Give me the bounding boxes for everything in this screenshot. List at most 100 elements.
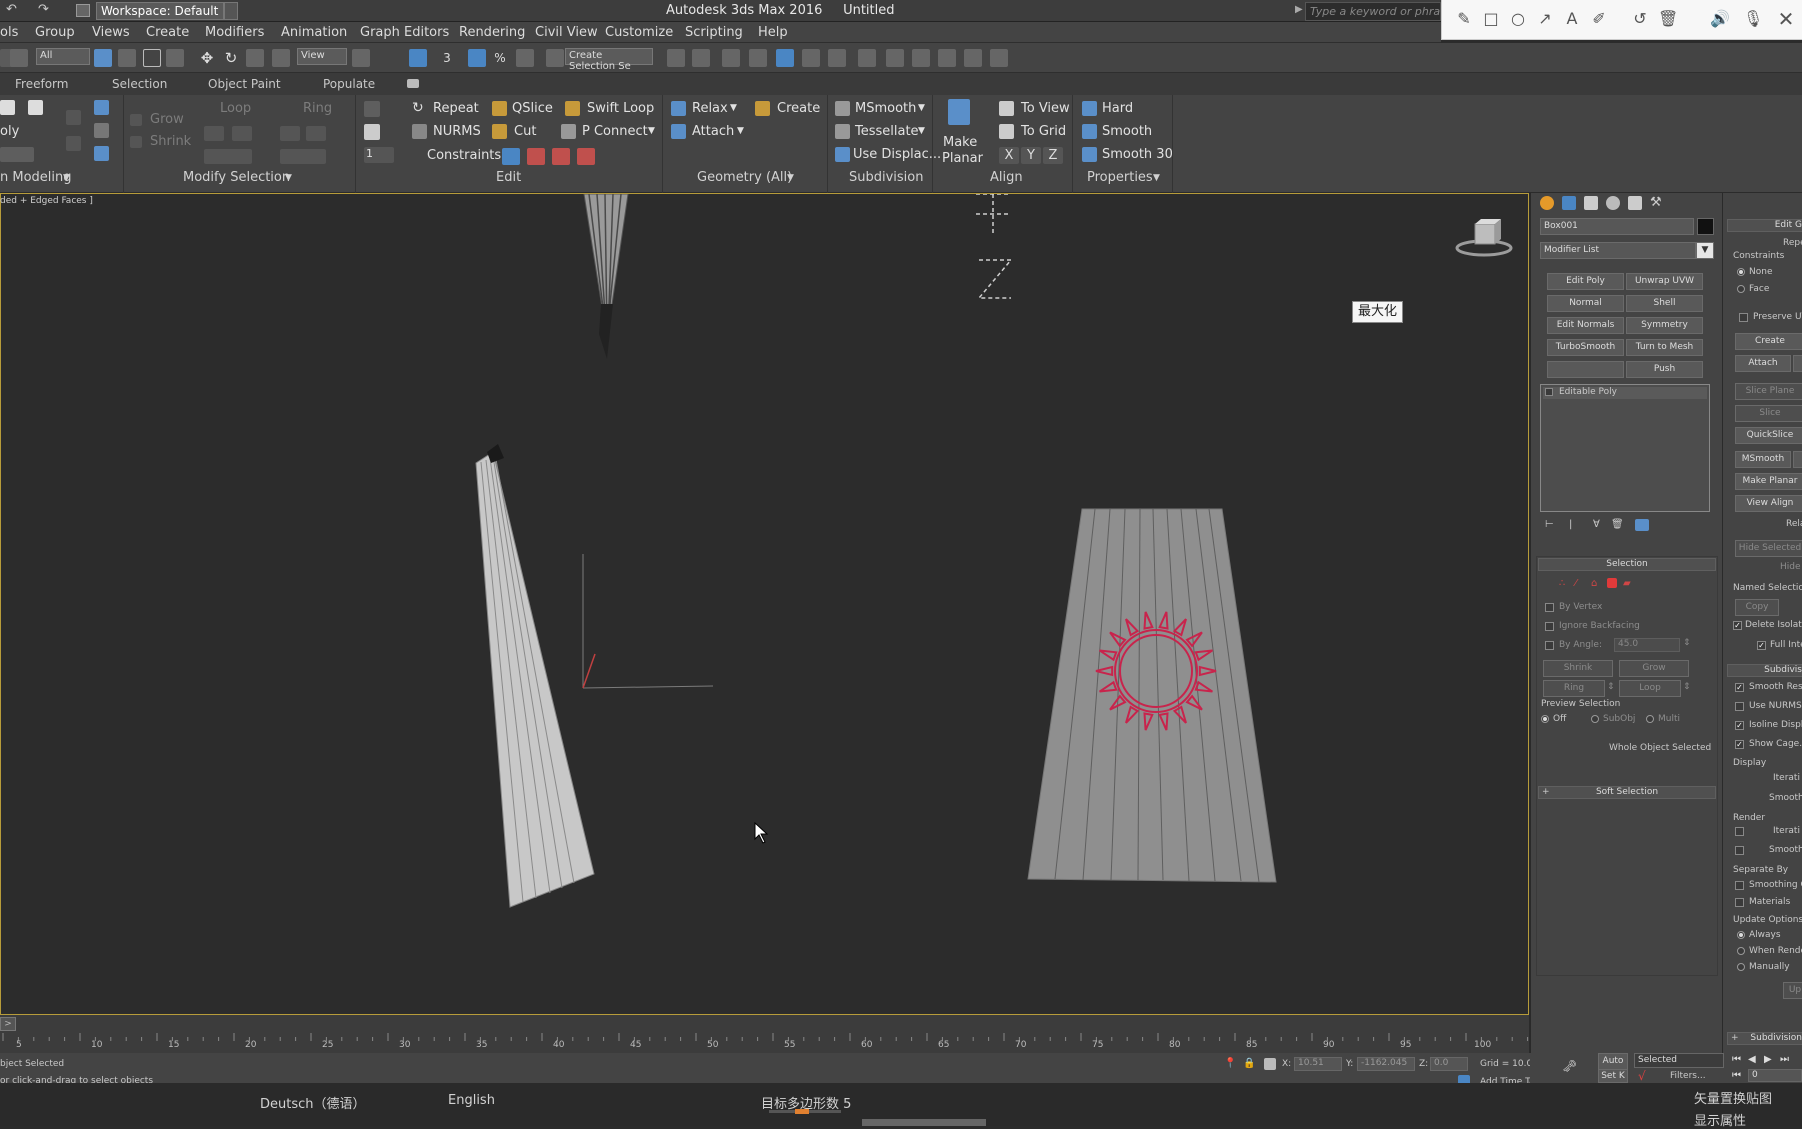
move-icon[interactable]: ✥ — [198, 49, 216, 67]
window-crossing-icon[interactable] — [166, 49, 184, 67]
motion-tab-icon[interactable] — [1606, 196, 1620, 210]
shrink-icon[interactable] — [130, 136, 142, 148]
menu-help[interactable]: Help — [758, 25, 788, 40]
use-nurms-checkbox[interactable] — [1735, 702, 1744, 711]
highlighter-icon[interactable]: ✐ — [1589, 9, 1609, 29]
mod-empty-button[interactable] — [1547, 361, 1624, 378]
spinner-snap-icon[interactable] — [516, 49, 534, 67]
mod-turbosmooth-button[interactable]: TurboSmooth — [1547, 339, 1624, 356]
hide-unselected-label[interactable]: Hide U — [1780, 562, 1802, 572]
scroll-handle[interactable] — [862, 1119, 986, 1126]
ribbon-options-icon[interactable] — [407, 79, 419, 88]
modeling-icon-e[interactable] — [94, 146, 109, 161]
preview-subobj-radio[interactable] — [1591, 715, 1599, 723]
ring-icon-c[interactable] — [280, 149, 326, 164]
render-production-icon[interactable] — [912, 49, 930, 67]
subdivision-displacement-plus[interactable]: + — [1731, 1033, 1739, 1043]
to-grid-button[interactable]: To Grid — [1021, 124, 1066, 139]
to-view-button[interactable]: To View — [1021, 101, 1070, 116]
grow-icon[interactable] — [130, 114, 142, 126]
make-unique-icon[interactable]: ∀ — [1593, 519, 1605, 531]
next-frame-icon[interactable]: ⏭ — [1780, 1054, 1795, 1069]
menu-modifiers[interactable]: Modifiers — [205, 25, 264, 40]
constraint-none-icon[interactable] — [502, 148, 520, 165]
tab-freeform[interactable]: Freeform — [15, 77, 68, 91]
show-end-result-icon[interactable]: | — [1569, 519, 1581, 531]
set-key-button[interactable]: Set K — [1598, 1069, 1628, 1083]
constraint-face-radio[interactable] — [1737, 285, 1745, 293]
loop-spinner-arrows[interactable]: ⇕ — [1683, 682, 1691, 692]
view-cube[interactable] — [1455, 219, 1513, 257]
smooth30-button[interactable]: Smooth 30 — [1102, 147, 1173, 162]
redo-icon[interactable]: ↷ — [38, 2, 49, 17]
slice-plane-button[interactable]: Slice Plane — [1735, 383, 1802, 400]
language-german[interactable]: Deutsch（德语） — [260, 1093, 366, 1112]
remove-modifier-icon[interactable]: 🗑 — [1611, 519, 1624, 531]
material-editor-icon[interactable] — [828, 49, 846, 67]
relax-arrow[interactable]: ▼ — [730, 103, 737, 113]
modifier-list-dropdown[interactable]: Modifier List — [1540, 242, 1696, 259]
workspace-menu-button[interactable] — [224, 2, 238, 20]
preview-off-radio[interactable] — [1541, 715, 1549, 723]
polygon-level-icon[interactable] — [1607, 578, 1617, 588]
graphite-toggle-icon[interactable] — [749, 49, 767, 67]
menu-rendering[interactable]: Rendering — [459, 25, 525, 40]
angle-snap-icon[interactable] — [468, 49, 486, 67]
hide-selected-button[interactable]: Hide Selected — [1735, 540, 1802, 557]
update-when-rendering-radio[interactable] — [1737, 947, 1745, 955]
ignore-backfacing-checkbox[interactable] — [1545, 622, 1554, 631]
smooth-result-checkbox[interactable]: ✓ — [1735, 683, 1744, 692]
y-coordinate-field[interactable]: -1162.045 — [1357, 1057, 1415, 1071]
x-coordinate-field[interactable]: 10.51 — [1294, 1057, 1342, 1071]
nurms-button[interactable]: NURMS — [433, 124, 481, 139]
create-tab-icon[interactable] — [1540, 196, 1554, 210]
modify-tab-icon[interactable] — [1562, 196, 1576, 210]
bind-spacewarp-icon[interactable] — [10, 49, 28, 67]
create-button[interactable]: Create — [777, 101, 820, 116]
filters-button[interactable]: Filters... — [1670, 1071, 1706, 1081]
mod-turn-to-mesh-button[interactable]: Turn to Mesh — [1626, 339, 1703, 356]
copy-button[interactable]: Copy — [1735, 599, 1779, 616]
edit-geometry-header[interactable]: Edit G — [1727, 219, 1802, 232]
msmooth-settings-button[interactable] — [1793, 451, 1802, 468]
trapezoid-panel-object[interactable] — [1027, 508, 1277, 883]
language-english[interactable]: English — [448, 1093, 495, 1108]
selection-filter-dropdown[interactable]: All — [36, 48, 90, 65]
holdfetch-icon[interactable] — [76, 4, 90, 17]
p-connect-button[interactable]: P Connect — [582, 124, 648, 139]
speaker-icon[interactable]: 🔊 — [1710, 9, 1730, 29]
configure-sets-icon[interactable] — [1635, 519, 1649, 531]
select-by-name-icon[interactable] — [118, 49, 136, 67]
modeling-icon-d[interactable] — [94, 123, 109, 138]
arrow-icon[interactable]: ↗ — [1535, 9, 1555, 29]
relax-label[interactable]: Rela — [1786, 519, 1802, 529]
edge-mode-icon[interactable] — [28, 100, 43, 115]
attach-arrow[interactable]: ▼ — [737, 126, 744, 136]
object-color-swatch[interactable] — [1697, 218, 1714, 235]
pivot-icon[interactable] — [352, 49, 370, 67]
modeling-icon-a[interactable] — [66, 110, 81, 125]
menu-tools[interactable]: ols — [0, 25, 18, 40]
undo-icon[interactable]: ↺ — [1630, 9, 1650, 29]
tab-populate[interactable]: Populate — [323, 77, 375, 91]
group-geometry-arrow[interactable]: ▼ — [787, 173, 794, 183]
perspective-viewport[interactable] — [0, 193, 1529, 1015]
lock-selection-icon[interactable]: 🔒 — [1243, 1058, 1255, 1070]
time-slider-handle[interactable]: > — [0, 1017, 16, 1031]
materials-checkbox[interactable] — [1735, 898, 1744, 907]
hard-button[interactable]: Hard — [1102, 101, 1133, 116]
render-iterative-icon[interactable] — [938, 49, 956, 67]
circle-icon[interactable]: ○ — [1508, 9, 1528, 29]
attach-button[interactable]: Attach — [1735, 355, 1791, 372]
named-selection-dropdown[interactable]: Create Selection Se — [565, 48, 653, 72]
layer-manager-icon[interactable] — [722, 49, 740, 67]
search-input[interactable]: Type a keyword or phrase — [1305, 2, 1441, 21]
mod-push-button[interactable]: Push — [1626, 361, 1703, 378]
angle-spinner-arrows[interactable]: ⇕ — [1683, 638, 1691, 648]
rendered-frame-icon[interactable] — [886, 49, 904, 67]
constraint-face-icon[interactable] — [552, 148, 570, 165]
view-align-button[interactable]: View Align — [1735, 495, 1802, 512]
menu-scripting[interactable]: Scripting — [685, 25, 743, 40]
group-geometry[interactable]: Geometry (All) — [697, 170, 792, 185]
menu-customize[interactable]: Customize — [605, 25, 673, 40]
